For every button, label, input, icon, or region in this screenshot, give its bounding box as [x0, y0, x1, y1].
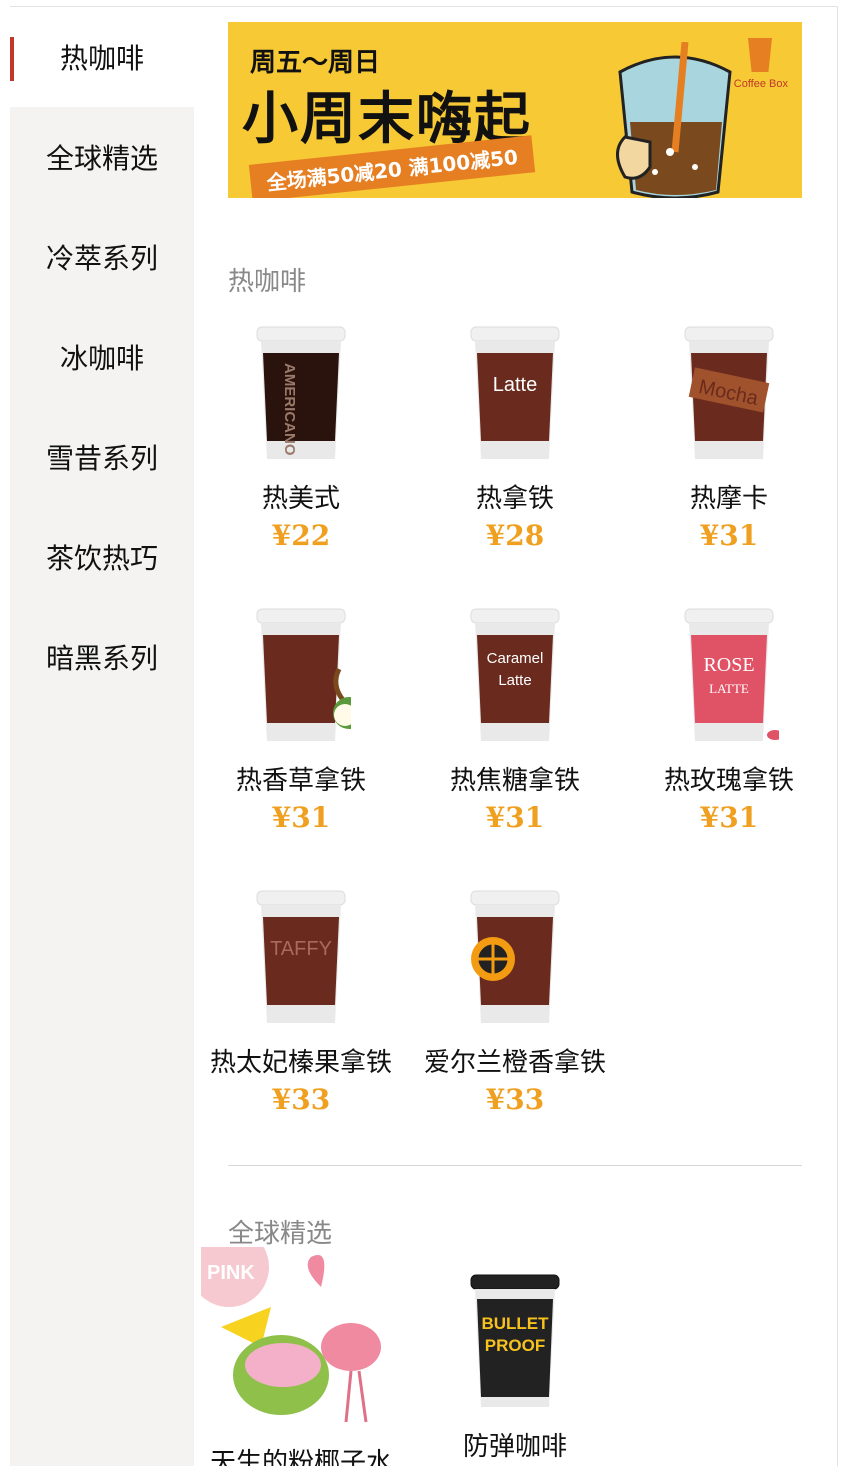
product-name: 爱尔兰橙香拿铁	[423, 1048, 606, 1078]
rose-cup-icon: ROSE LATTE	[684, 608, 783, 741]
sidebar-item-label: 雪昔系列	[45, 442, 158, 475]
svg-text:AMERICANO: AMERICANO	[281, 363, 298, 456]
svg-text:LATTE: LATTE	[709, 681, 749, 696]
sidebar-item-global-selection[interactable]: 全球精选	[10, 107, 194, 207]
product-card[interactable]: BULLET PROOF 防弹咖啡	[408, 1271, 622, 1463]
product-name: 天生的粉椰子水	[209, 1448, 392, 1466]
svg-text:TAFFY: TAFFY	[270, 938, 332, 960]
sidebar-item-label: 暗黑系列	[45, 642, 158, 675]
product-price: ¥31	[699, 519, 759, 552]
product-name: 热摩卡	[689, 484, 768, 514]
sidebar-item-cold-brew[interactable]: 冷萃系列	[10, 207, 194, 307]
product-name: 热焦糖拿铁	[449, 766, 580, 796]
sidebar-item-label: 冷萃系列	[45, 242, 158, 275]
sidebar-item-hot-coffee[interactable]: 热咖啡	[10, 7, 194, 107]
sidebar-item-label: 冰咖啡	[59, 342, 144, 375]
product-price: ¥28	[485, 519, 545, 552]
coconut-flamingo-icon: PINK	[194, 1227, 381, 1423]
bulletproof-cup-icon: BULLET PROOF	[470, 1274, 560, 1407]
section-title-hot-coffee: 热咖啡	[228, 267, 307, 296]
product-list: 周五～周日 小周末嗨起 全场满50减20 满100减50 Coffee Box …	[194, 7, 837, 1466]
sidebar-item-iced-coffee[interactable]: 冰咖啡	[10, 307, 194, 407]
product-name: 热香草拿铁	[235, 766, 366, 796]
mocha-cup-icon: Mocha	[684, 326, 774, 459]
sidebar-item-smoothie[interactable]: 雪昔系列	[10, 407, 194, 507]
svg-text:BULLET: BULLET	[481, 1314, 549, 1333]
svg-text:Latte: Latte	[493, 374, 537, 396]
iced-drink-illustration	[616, 42, 732, 198]
product-name: 热美式	[261, 484, 340, 514]
product-card[interactable]: Mocha 热摩卡 ¥31	[622, 323, 836, 552]
promo-banner[interactable]: 周五～周日 小周末嗨起 全场满50减20 满100减50 Coffee Box	[228, 22, 802, 198]
vanilla-cup-icon	[256, 608, 365, 741]
section-title-global-selection: 全球精选	[228, 1219, 333, 1248]
sidebar-item-label: 全球精选	[45, 142, 158, 175]
taffy-cup-icon: TAFFY	[256, 890, 346, 1023]
svg-text:ROSE: ROSE	[703, 654, 754, 676]
product-card[interactable]: ROSE LATTE 热玫瑰拿铁 ¥31	[622, 605, 836, 834]
latte-cup-icon: Latte	[470, 326, 560, 459]
product-price: ¥31	[699, 801, 759, 834]
product-card[interactable]: AMERICANO 热美式 ¥22	[194, 323, 408, 552]
caramel-cup-icon: Caramel Latte	[470, 608, 560, 741]
sidebar-item-label: 热咖啡	[59, 42, 144, 75]
svg-text:Caramel: Caramel	[487, 650, 544, 667]
banner-brand: Coffee Box	[733, 78, 788, 90]
category-sidebar: 热咖啡 全球精选 冷萃系列 冰咖啡 雪昔系列 茶饮热巧 暗黑系列	[10, 7, 194, 1466]
product-name: 热拿铁	[475, 484, 554, 514]
sidebar-item-label: 茶饮热巧	[45, 542, 158, 575]
product-card[interactable]: Latte 热拿铁 ¥28	[408, 323, 622, 552]
brand-logo-icon	[748, 38, 772, 72]
product-price: ¥33	[485, 1083, 545, 1116]
product-card[interactable]: 热香草拿铁 ¥31	[194, 605, 408, 834]
product-price: ¥22	[271, 519, 331, 552]
product-price: ¥33	[271, 1083, 331, 1116]
product-name: 热玫瑰拿铁	[663, 766, 794, 796]
product-name: 热太妃榛果拿铁	[209, 1048, 392, 1078]
product-card[interactable]: TAFFY 热太妃榛果拿铁 ¥33	[194, 887, 408, 1116]
svg-text:Latte: Latte	[498, 672, 531, 689]
sidebar-item-dark-series[interactable]: 暗黑系列	[10, 607, 194, 707]
americano-cup-icon: AMERICANO	[256, 326, 346, 459]
product-card[interactable]: 爱尔兰橙香拿铁 ¥33	[408, 887, 622, 1116]
svg-text:PROOF: PROOF	[485, 1336, 545, 1355]
pink-badge: PINK	[207, 1262, 255, 1284]
orange-cup-icon	[470, 890, 560, 1023]
sidebar-item-tea-chocolate[interactable]: 茶饮热巧	[10, 507, 194, 607]
product-price: ¥31	[485, 801, 545, 834]
section-divider	[228, 1165, 802, 1166]
product-price: ¥31	[271, 801, 331, 834]
product-card[interactable]: PINK 天生的粉椰子水	[194, 1227, 408, 1466]
product-name: 防弹咖啡	[462, 1432, 567, 1462]
product-card[interactable]: Caramel Latte 热焦糖拿铁 ¥31	[408, 605, 622, 834]
